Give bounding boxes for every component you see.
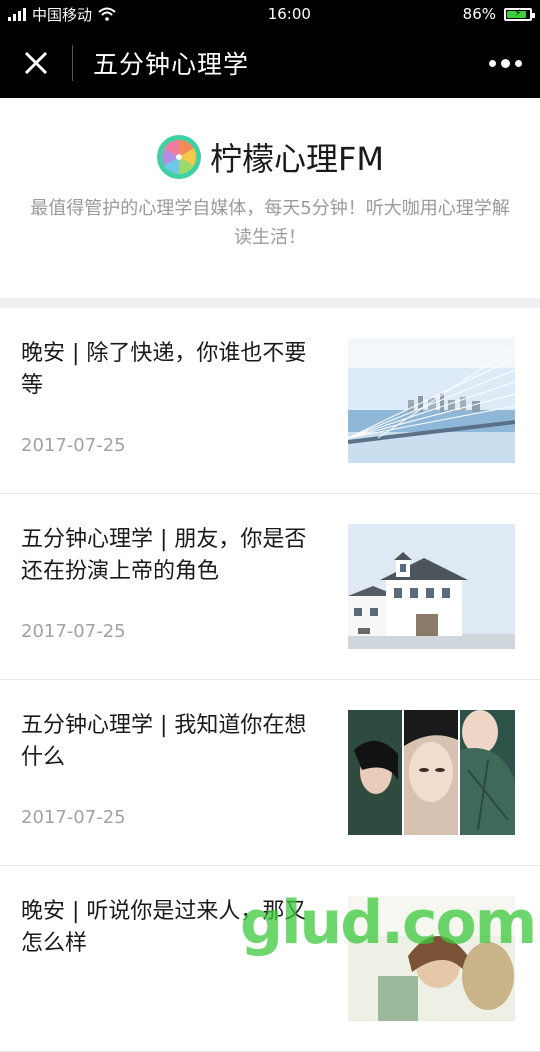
more-dot <box>515 59 522 67</box>
clock: 16:00 <box>267 5 311 23</box>
profile-head[interactable]: 柠檬心理FM <box>0 134 540 180</box>
article-title: 五分钟心理学 | 朋友，你是否还在扮演上帝的角色 <box>21 527 307 584</box>
watermark: glud.com <box>240 888 537 958</box>
article-date: 2017-07-25 <box>21 621 126 642</box>
article-thumbnail-house <box>348 524 515 649</box>
nav-divider <box>72 45 73 81</box>
article-item[interactable]: 五分钟心理学 | 朋友，你是否还在扮演上帝的角色 2017-07-25 <box>0 494 540 680</box>
section-separator <box>0 298 540 308</box>
close-button[interactable] <box>0 28 72 98</box>
status-left: 中国移动 <box>8 4 116 25</box>
more-button[interactable] <box>489 28 522 98</box>
article-item[interactable]: 五分钟心理学 | 我知道你在想什么 2017-07-25 <box>0 680 540 866</box>
status-bar: 中国移动 16:00 86% ⚡ <box>0 0 540 28</box>
article-item[interactable]: 晚安 | 除了快递，你谁也不要等 2017-07-25 <box>0 308 540 494</box>
article-date: 2017-07-25 <box>21 807 126 828</box>
top-nav-bar: 五分钟心理学 <box>0 28 540 98</box>
signal-icon <box>8 7 26 21</box>
battery-percent: 86% <box>462 5 496 23</box>
article-thumbnail-faces <box>348 710 515 835</box>
charging-icon: ⚡ <box>514 8 522 19</box>
article-thumbnail-bridge <box>348 338 515 463</box>
more-dot <box>489 59 496 67</box>
status-right: 86% ⚡ <box>462 5 535 23</box>
more-dot <box>501 58 510 68</box>
wifi-icon <box>98 7 116 21</box>
article-title: 五分钟心理学 | 我知道你在想什么 <box>21 713 307 770</box>
account-description: 最值得管护的心理学自媒体，每天5分钟！听大咖用心理学解读生活！ <box>30 198 510 248</box>
account-profile: 柠檬心理FM 最值得管护的心理学自媒体，每天5分钟！听大咖用心理学解读生活！ <box>0 98 540 298</box>
carrier-label: 中国移动 <box>32 5 93 24</box>
account-name: 柠檬心理FM <box>209 140 385 178</box>
battery-icon: ⚡ <box>504 7 535 21</box>
article-date: 2017-07-25 <box>21 435 126 456</box>
page-title: 五分钟心理学 <box>93 50 250 79</box>
lemon-logo-icon <box>156 135 201 179</box>
article-title: 晚安 | 除了快递，你谁也不要等 <box>21 341 307 398</box>
close-icon <box>24 51 48 75</box>
